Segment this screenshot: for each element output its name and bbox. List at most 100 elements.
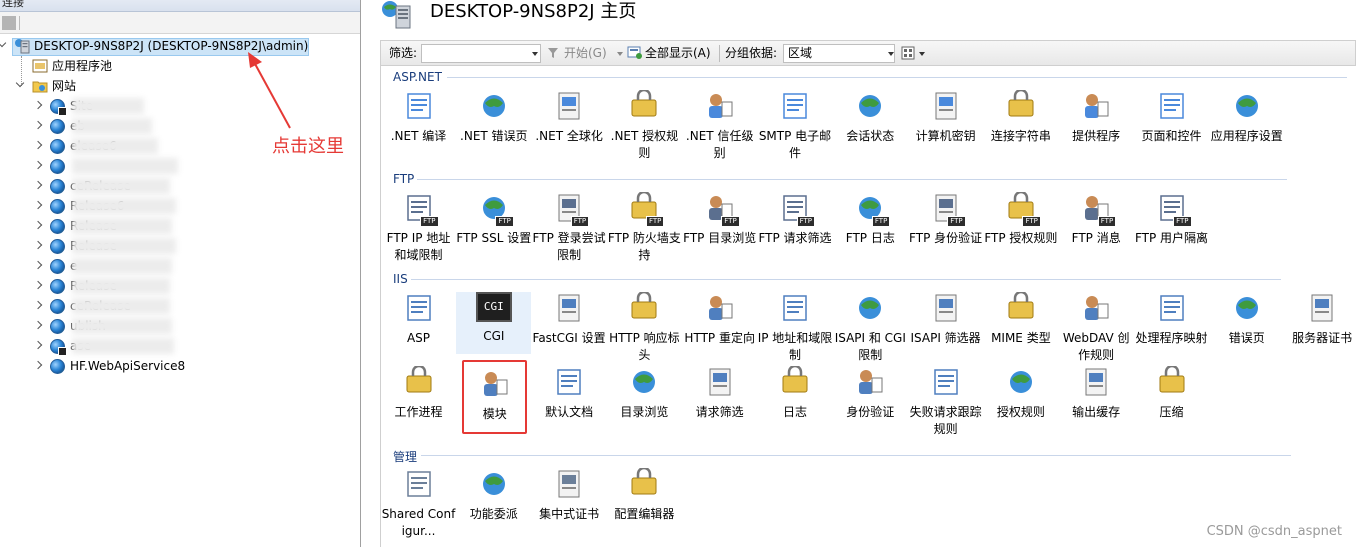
connections-panel: 连接 DESKTOP-9NS8P2J (DESKTOP-9NS8P2J\admi… [0,0,361,547]
feature-providers[interactable]: 提供程序 [1059,90,1134,145]
filter-dropdown-icon[interactable] [532,52,538,56]
tree-node-site[interactable]: Site [0,96,360,116]
feature-smtp-email[interactable]: SMTP 电子邮件 [758,90,833,162]
feature-net-authorization[interactable]: .NET 授权规则 [607,88,682,162]
feature-http-redirect[interactable]: HTTP 重定向 [682,292,757,347]
expand-closed-icon[interactable] [33,260,43,270]
group-by-select[interactable]: 区域 [783,44,895,63]
server-home-icon [382,1,411,29]
feature-error-pages[interactable]: 错误页 [1209,292,1284,347]
expand-closed-icon[interactable] [33,280,43,290]
feature-modules[interactable]: 模块 [462,360,528,434]
feature-isapi-filters[interactable]: ISAPI 筛选器 [908,292,983,347]
feature-ftp-logging[interactable]: FTP FTP 日志 [833,192,908,247]
expand-closed-icon[interactable] [33,140,43,150]
feature-authentication[interactable]: 身份验证 [833,366,908,421]
feature-compression[interactable]: 压缩 [1134,364,1209,421]
feature-directory-browsing[interactable]: 目录浏览 [607,366,682,421]
feature-ftp-firewall[interactable]: FTP FTP 防火墙支持 [607,190,682,264]
feature-mime-types[interactable]: MIME 类型 [983,290,1058,347]
feature-net-compile[interactable]: .NET 编译 [381,90,456,145]
feature-ftp-ssl[interactable]: FTP FTP SSL 设置 [456,192,531,247]
feature-ftp-directory-browsing[interactable]: FTP FTP 目录浏览 [682,192,757,247]
feature-isapi-cgi-restrictions[interactable]: ISAPI 和 CGI 限制 [833,292,908,364]
group-by-dropdown-icon[interactable] [888,52,894,56]
feature-centralized-certificates[interactable]: 集中式证书 [532,468,607,523]
view-mode-icon[interactable] [901,46,915,60]
feature-ftp-messages[interactable]: FTP FTP 消息 [1059,192,1134,247]
expand-closed-icon[interactable] [33,220,43,230]
feature-logging[interactable]: 日志 [758,364,833,421]
feature-failed-request-tracing[interactable]: 失败请求跟踪规则 [908,366,983,438]
tree-node-site[interactable]: Release [0,276,360,296]
start-button[interactable]: 开始(G) [564,41,607,65]
start-dropdown-icon[interactable] [617,52,623,56]
feature-webdav[interactable]: WebDAV 创作规则 [1059,292,1134,364]
tree-node-site[interactable]: e [0,256,360,276]
feature-server-certificates[interactable]: 服务器证书 [1285,292,1356,347]
isapi-filters-icon [930,292,962,324]
feature-label: FTP 消息 [1071,231,1121,245]
ftp-badge: FTP [1173,216,1192,227]
feature-pages-controls[interactable]: 页面和控件 [1134,90,1209,145]
tree-node-server[interactable]: DESKTOP-9NS8P2J (DESKTOP-9NS8P2J\admin) [0,36,360,56]
tree-node-site[interactable]: ceRelease [0,176,360,196]
feature-authorization-rules[interactable]: 授权规则 [983,366,1058,421]
tree-node-site[interactable]: Release6 [0,196,360,216]
feature-ip-restrictions[interactable]: IP 地址和域限制 [758,292,833,364]
feature-output-caching[interactable]: 输出缓存 [1059,366,1134,421]
connect-icon[interactable] [2,16,16,30]
tree-node-sites[interactable]: 网站 [0,76,360,96]
feature-cgi[interactable]: CGI CGI [456,292,532,354]
tree-node-site[interactable]: ase [0,336,360,356]
feature-default-document[interactable]: 默认文档 [532,366,607,421]
feature-net-trust-levels[interactable]: .NET 信任级别 [682,90,757,162]
expand-closed-icon[interactable] [33,360,43,370]
feature-ftp-user-isolation[interactable]: FTP FTP 用户隔离 [1134,192,1209,247]
feature-fastcgi[interactable]: FastCGI 设置 [532,292,607,347]
feature-session-state[interactable]: 会话状态 [833,90,908,145]
expand-closed-icon[interactable] [33,100,43,110]
ftp-user-isolation-icon: FTP [1156,192,1192,227]
tree-node-site[interactable] [0,156,360,176]
feature-label: FTP 用户隔离 [1134,231,1209,245]
feature-worker-processes[interactable]: 工作进程 [381,364,456,421]
expand-closed-icon[interactable] [33,320,43,330]
feature-app-settings[interactable]: 应用程序设置 [1209,90,1284,145]
feature-ftp-authorization[interactable]: FTP FTP 授权规则 [983,190,1058,247]
expand-closed-icon[interactable] [33,340,43,350]
expand-open-icon[interactable] [15,78,25,88]
view-mode-dropdown-icon[interactable] [919,52,925,56]
expand-closed-icon[interactable] [33,160,43,170]
feature-request-filtering[interactable]: 请求筛选 [682,366,757,421]
tree-node-site[interactable]: HF.WebApiService8 [0,356,360,376]
tree-node-site[interactable]: Release [0,216,360,236]
feature-shared-config[interactable]: Shared Configur... [381,468,456,540]
filter-input[interactable] [421,44,541,63]
expand-closed-icon[interactable] [33,180,43,190]
expand-closed-icon[interactable] [33,240,43,250]
expand-open-icon[interactable] [0,38,7,48]
feature-feature-delegation[interactable]: 功能委派 [456,468,531,523]
feature-handler-mappings[interactable]: 处理程序映射 [1134,292,1209,347]
feature-connection-strings[interactable]: 连接字符串 [983,88,1058,145]
feature-machine-key[interactable]: 计算机密钥 [908,90,983,145]
net-error-pages-icon [478,90,510,122]
feature-configuration-editor[interactable]: 配置编辑器 [607,466,682,523]
expand-closed-icon[interactable] [33,120,43,130]
feature-ftp-authentication[interactable]: FTP FTP 身份验证 [908,192,983,247]
tree-node-site[interactable]: Release [0,236,360,256]
feature-net-globalization[interactable]: .NET 全球化 [532,90,607,145]
feature-http-response-headers[interactable]: HTTP 响应标头 [607,290,682,364]
show-all-button[interactable]: 全部显示(A) [645,41,711,65]
feature-ftp-ip-restrictions[interactable]: FTP FTP IP 地址和域限制 [381,192,456,264]
feature-ftp-request-filtering[interactable]: FTP FTP 请求筛选 [758,192,833,247]
tree-node-site[interactable]: ublish [0,316,360,336]
tree-node-app-pools[interactable]: 应用程序池 [0,56,360,76]
feature-ftp-logon-attempts[interactable]: FTP FTP 登录尝试限制 [532,192,607,264]
expand-closed-icon[interactable] [33,300,43,310]
tree-node-site[interactable]: ceRelease [0,296,360,316]
expand-closed-icon[interactable] [33,200,43,210]
feature-asp[interactable]: ASP [381,292,456,347]
feature-net-error-pages[interactable]: .NET 错误页 [456,90,531,145]
